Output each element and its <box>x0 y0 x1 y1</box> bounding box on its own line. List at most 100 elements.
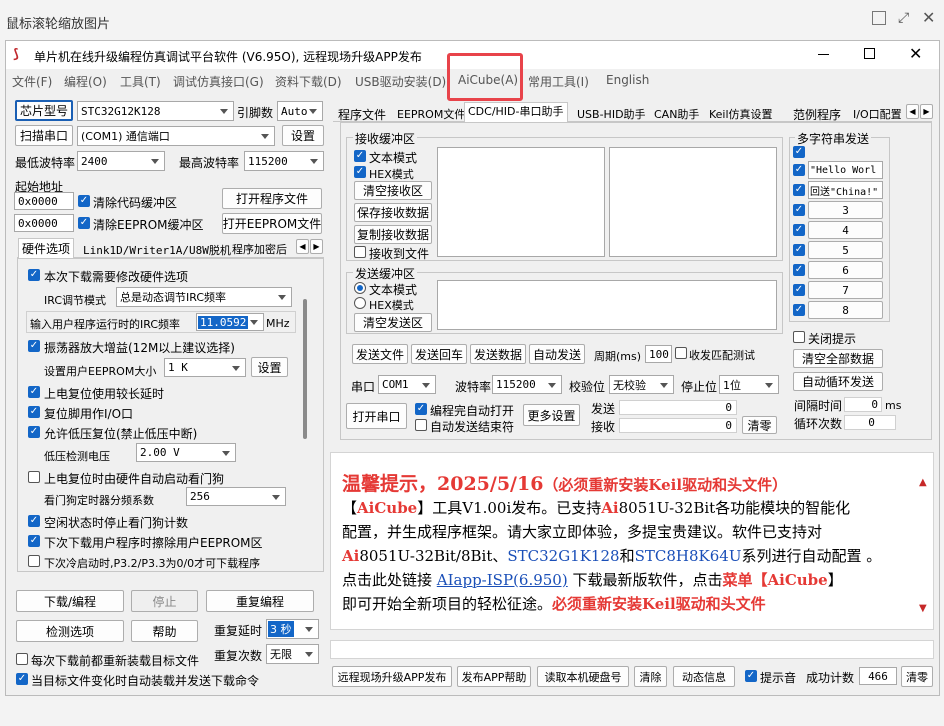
multi-item-4-checkbox[interactable]: ✓ <box>793 224 805 236</box>
right-tab-scroll-right[interactable]: ▶ <box>920 104 933 119</box>
com-port-select[interactable]: (COM1) 通信端口 <box>77 126 275 146</box>
eeprom-size-set-button[interactable]: 设置 <box>251 357 288 377</box>
multi-enable-checkbox[interactable]: ✓ <box>793 146 805 158</box>
reload-each-checkbox[interactable] <box>16 653 28 665</box>
recv-text-mode-checkbox[interactable]: ✓ <box>354 150 366 162</box>
auto-close-checkbox[interactable] <box>415 419 427 431</box>
baud-select[interactable]: 115200 <box>492 375 562 394</box>
multi-item-7-checkbox[interactable]: ✓ <box>793 284 805 296</box>
interval-input[interactable]: 0 <box>844 397 882 412</box>
sound-checkbox[interactable]: ✓ <box>745 670 757 682</box>
recv-text-area[interactable] <box>437 147 605 257</box>
multi-item-1-checkbox[interactable]: ✓ <box>793 164 805 176</box>
clear-all-button[interactable]: 清空全部数据 <box>793 349 883 368</box>
tab-encryption[interactable]: 程序加密后 <box>229 241 290 257</box>
tab-io-config[interactable]: I/O口配置 <box>850 106 906 122</box>
stop-button[interactable]: 停止 <box>131 590 198 612</box>
serial-port-select[interactable]: COM1 <box>378 375 436 394</box>
irc-mode-select[interactable]: 总是动态调节IRC频率 <box>116 287 292 307</box>
clear-eeprom-checkbox[interactable]: ✓ <box>78 217 90 229</box>
auto-reload-checkbox[interactable]: ✓ <box>16 673 28 685</box>
wdt-auto-checkbox[interactable] <box>28 471 40 483</box>
lvd-select[interactable]: 2.00 V <box>136 443 236 462</box>
notice-hscroll[interactable] <box>330 640 934 659</box>
tab-examples[interactable]: 范例程序 <box>790 106 844 123</box>
download-button[interactable]: 下载/编程 <box>16 590 124 612</box>
multi-item-8-checkbox[interactable]: ✓ <box>793 304 805 316</box>
chip-model-button[interactable]: 芯片型号 <box>15 100 73 121</box>
max-baud-select[interactable]: 115200 <box>244 151 324 171</box>
check-options-button[interactable]: 检测选项 <box>16 620 124 642</box>
save-recv-button[interactable]: 保存接收数据 <box>354 203 432 222</box>
tab-hardware-options[interactable]: 硬件选项 <box>18 238 75 258</box>
auto-loop-button[interactable]: 自动循环发送 <box>793 372 883 391</box>
recv-hex-mode-checkbox[interactable]: ✓ <box>354 166 366 178</box>
reset-io-checkbox[interactable]: ✓ <box>28 406 40 418</box>
recv-to-file-checkbox[interactable] <box>354 246 366 258</box>
reprogram-button[interactable]: 重复编程 <box>206 590 314 612</box>
eeprom-size-select[interactable]: 1 K <box>164 358 246 377</box>
multi-item-6-button[interactable]: 6 <box>808 261 883 279</box>
close-button[interactable]: ✕ <box>909 44 922 63</box>
loop-count-input[interactable]: 0 <box>844 415 896 430</box>
notice-scroll-down[interactable]: ▼ <box>919 603 927 614</box>
fullscreen-icon[interactable]: ⤢ <box>898 10 909 26</box>
pin-count-select[interactable]: Auto <box>277 101 323 121</box>
lvr-checkbox[interactable]: ✓ <box>28 426 40 438</box>
wdt-div-select[interactable]: 256 <box>186 487 286 506</box>
clear-send-button[interactable]: 清空发送区 <box>354 313 432 332</box>
menu-usb-driver[interactable]: USB驱动安装(D) <box>355 73 446 90</box>
auto-open-checkbox[interactable]: ✓ <box>415 403 427 415</box>
open-port-button[interactable]: 打开串口 <box>346 403 407 429</box>
auto-send-button[interactable]: 自动发送 <box>529 344 585 364</box>
menu-downloads[interactable]: 资料下载(D) <box>275 73 342 90</box>
reset-counter-button[interactable]: 清零 <box>742 416 777 434</box>
eeprom-address-input[interactable]: 0x0000 <box>14 214 74 232</box>
tab-scroll-left[interactable]: ◀ <box>296 239 309 254</box>
tab-scroll-right[interactable]: ▶ <box>310 239 323 254</box>
notice-scroll-up[interactable]: ▲ <box>919 477 927 488</box>
tab-link1d[interactable]: Link1D/Writer1A/U8W脱机 <box>80 242 234 258</box>
stop-bits-select[interactable]: 1位 <box>719 375 779 394</box>
open-program-file-button[interactable]: 打开程序文件 <box>222 188 322 209</box>
tab-can[interactable]: CAN助手 <box>651 106 702 122</box>
open-external-icon[interactable] <box>872 11 886 25</box>
download-link[interactable]: AIapp-ISP(6.950) <box>437 571 568 589</box>
multi-item-2-checkbox[interactable]: ✓ <box>793 184 805 196</box>
irc-freq-select[interactable]: 11.0592 <box>196 313 264 331</box>
tab-program-file[interactable]: 程序文件 <box>335 106 389 123</box>
more-settings-button[interactable]: 更多设置 <box>523 404 580 426</box>
send-text-area[interactable] <box>437 280 777 330</box>
match-test-checkbox[interactable] <box>675 347 687 359</box>
repeat-delay-select[interactable]: 3 秒 <box>266 619 319 639</box>
osc-gain-checkbox[interactable]: ✓ <box>28 340 40 352</box>
multi-item-7-button[interactable]: 7 <box>808 281 883 299</box>
chip-model-select[interactable]: STC32G12K128 <box>77 101 234 121</box>
multi-item-3-checkbox[interactable]: ✓ <box>793 204 805 216</box>
por-delay-checkbox[interactable]: ✓ <box>28 386 40 398</box>
recv-hex-area[interactable] <box>609 147 777 257</box>
idle-wdt-checkbox[interactable]: ✓ <box>28 515 40 527</box>
parity-select[interactable]: 无校验 <box>609 375 674 394</box>
send-return-button[interactable]: 发送回车 <box>411 344 467 364</box>
erase-eeprom-checkbox[interactable]: ✓ <box>28 535 40 547</box>
code-address-input[interactable]: 0x0000 <box>14 192 74 210</box>
right-tab-scroll-left[interactable]: ◀ <box>906 104 919 119</box>
send-file-button[interactable]: 发送文件 <box>352 344 408 364</box>
read-disk-id-button[interactable]: 读取本机硬盘号 <box>537 666 629 687</box>
copy-recv-button[interactable]: 复制接收数据 <box>354 225 432 244</box>
open-eeprom-file-button[interactable]: 打开EEPROM文件 <box>222 213 322 234</box>
send-data-button[interactable]: 发送数据 <box>470 344 526 364</box>
clear-button[interactable]: 清除 <box>634 666 667 687</box>
multi-item-2-input[interactable]: 回送"China!" <box>808 181 883 199</box>
clear-recv-button[interactable]: 清空接收区 <box>354 181 432 200</box>
multi-item-4-button[interactable]: 4 <box>808 221 883 239</box>
tab-usb-hid[interactable]: USB-HID助手 <box>574 106 649 122</box>
multi-item-8-button[interactable]: 8 <box>808 301 883 319</box>
menu-common-tools[interactable]: 常用工具(I) <box>528 73 589 90</box>
dynamic-info-button[interactable]: 动态信息 <box>673 666 735 687</box>
menu-debug[interactable]: 调试仿真接口(G) <box>173 73 264 90</box>
publish-help-button[interactable]: 发布APP帮助 <box>457 666 531 687</box>
close-tip-checkbox[interactable] <box>793 331 805 343</box>
send-text-mode-radio[interactable] <box>354 282 366 294</box>
